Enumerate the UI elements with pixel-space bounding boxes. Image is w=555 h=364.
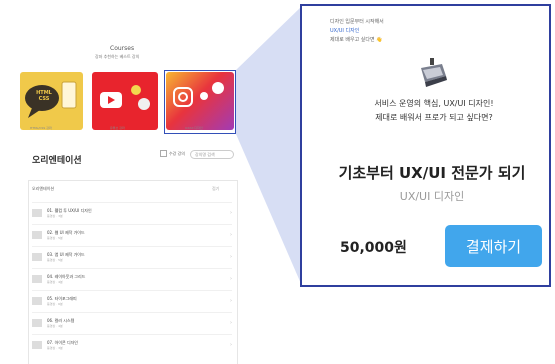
thumbnail [32,341,42,349]
card-label: HTML CSS [36,90,52,102]
list-item[interactable]: 06. 컬러 시스템 동영상 · 4분 › [32,312,232,333]
search-input[interactable]: 강의명 검색 [190,150,234,159]
course-card-youtube[interactable] [92,72,158,130]
courses-subtitle: 강좌 추천하는 베스트 강의 [95,54,140,59]
chevron-right-icon: › [230,232,232,238]
checkbox-icon [160,150,167,157]
list-item[interactable]: 03. 앱 UI 제작 가이드 동영상 · 5분 › [32,246,232,267]
selected-card-highlight [164,70,236,134]
card-caption: 유튜브 강좌 [110,126,125,130]
lesson-meta: 동영상 · 6분 [47,302,63,306]
intro-text: 제대로 배우고 싶다면 👋 [330,37,383,43]
course-subtitle: UX/UI 디자인 [399,190,465,203]
lesson-meta: 동영상 · 5분 [47,236,63,240]
lesson-meta: 동영상 · 4분 [47,280,63,284]
search-placeholder: 강의명 검색 [195,151,215,157]
thumbnail [32,231,42,239]
list-item[interactable]: 04. 레이아웃과 그리드 동영상 · 4분 › [32,268,232,289]
list-item[interactable]: 01. 웰컴 투 UX/UI 디자인 동영상 · 3분 › [32,202,232,223]
intro-text: 디자인 입문부터 시작해서 [330,19,384,25]
collapse-toggle[interactable]: 접기 [212,186,219,192]
list-item[interactable]: 07. 아이콘 디자인 동영상 · 3분 › [32,334,232,355]
price: 50,000원 [340,240,407,256]
list-item[interactable]: 05. 타이포그래피 동영상 · 6분 › [32,290,232,311]
lesson-meta: 동영상 · 3분 [47,214,63,218]
youtube-icon [100,85,150,110]
courses-title: Courses [110,45,135,52]
chevron-right-icon: › [230,254,232,260]
chevron-right-icon: › [230,210,232,216]
list-item[interactable]: 02. 웹 UI 제작 가이드 동영상 · 5분 › [32,224,232,245]
pitch-line-2: 제대로 배워서 프로가 되고 싶다면? [375,113,493,122]
intro-course-name: UX/UI 디자인 [330,28,360,34]
pay-button[interactable]: 결제하기 [445,225,542,267]
chevron-right-icon: › [230,320,232,326]
chevron-right-icon: › [230,298,232,304]
course-title: 기초부터 UX/UI 전문가 되기 [338,164,526,182]
course-card-html-css[interactable]: HTML CSS [20,72,83,130]
thumbnail [32,319,42,327]
thumbnail [32,209,42,217]
section-title: 오리엔테이션 [32,156,82,166]
filter-checkbox[interactable]: 수강 강의 [160,150,185,157]
thumbnail [32,297,42,305]
thumbnail [32,253,42,261]
thumbnail [32,275,42,283]
filter-label: 수강 강의 [169,150,185,156]
lesson-meta: 동영상 · 4분 [47,324,63,328]
chevron-right-icon: › [230,276,232,282]
card-caption: HTML/CSS 강좌 [30,126,52,130]
lesson-meta: 동영상 · 5분 [47,258,63,262]
pitch-line-1: 서비스 운영의 핵심, UX/UI 디자인! [374,99,494,108]
chevron-right-icon: › [230,342,232,348]
lesson-meta: 동영상 · 3분 [47,346,63,350]
laptop-illustration-icon [421,58,447,87]
list-header: 오리엔테이션 [32,186,55,191]
